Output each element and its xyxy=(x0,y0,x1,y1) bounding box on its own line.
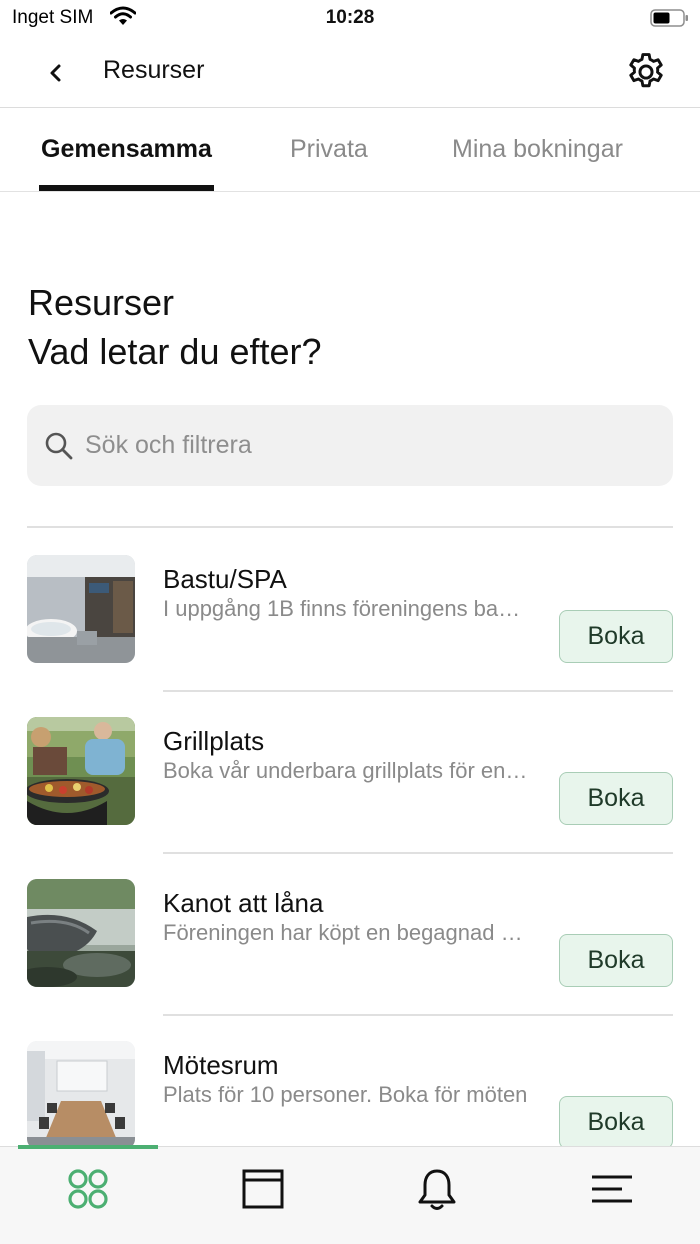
resource-title: Grillplats xyxy=(163,726,265,756)
grill-photo-icon xyxy=(27,717,135,825)
clock: 10:28 xyxy=(325,7,375,28)
spa-thumbnail xyxy=(27,555,135,663)
book-button[interactable]: Boka xyxy=(559,934,673,987)
active-tab-indicator xyxy=(39,185,214,191)
list-item[interactable]: Grillplats Boka vår underbara grillplats… xyxy=(0,690,700,854)
active-tab-indicator xyxy=(18,1145,158,1149)
search-icon xyxy=(45,432,73,460)
segment-tabs: Gemensamma Privata Mina bokningar xyxy=(0,109,700,192)
list-item[interactable]: Bastu/SPA I uppgång 1B finns föreningens… xyxy=(0,528,700,692)
bell-icon[interactable] xyxy=(413,1165,461,1213)
page-title: Resurser xyxy=(103,56,205,84)
tab-mina-bokningar[interactable]: Mina bokningar xyxy=(452,135,623,164)
navigation-bar: Resurser xyxy=(0,36,700,108)
grid-icon[interactable] xyxy=(64,1165,112,1213)
grill-thumbnail xyxy=(27,717,135,825)
resource-description: Boka vår underbara grillplats för en tre… xyxy=(163,758,531,783)
resource-title: Mötesrum xyxy=(163,1050,279,1080)
battery-icon xyxy=(650,9,688,27)
browser-icon[interactable] xyxy=(239,1165,287,1213)
search-input[interactable] xyxy=(85,405,655,486)
book-button[interactable]: Boka xyxy=(559,772,673,825)
canoe-thumbnail xyxy=(27,879,135,987)
tab-privata[interactable]: Privata xyxy=(290,135,368,164)
section-heading: Resurser Vad letar du efter? xyxy=(28,278,322,376)
meeting-room-photo-icon xyxy=(27,1041,135,1146)
resource-list: Bastu/SPA I uppgång 1B finns föreningens… xyxy=(0,528,700,1146)
resource-description: Föreningen har köpt en begagnad kanot xyxy=(163,920,531,945)
book-button[interactable]: Boka xyxy=(559,1096,673,1146)
list-item[interactable]: Mötesrum Plats för 10 personer. Boka för… xyxy=(0,1014,700,1146)
meeting-room-thumbnail xyxy=(27,1041,135,1146)
bottom-tab-bar xyxy=(0,1145,700,1244)
book-button[interactable]: Boka xyxy=(559,610,673,663)
back-chevron-icon[interactable] xyxy=(38,56,72,90)
heading-subtitle: Vad letar du efter? xyxy=(28,331,322,372)
canoe-photo-icon xyxy=(27,879,135,987)
resource-description: I uppgång 1B finns föreningens bastu och… xyxy=(163,596,531,621)
gear-icon[interactable] xyxy=(624,50,668,94)
resource-title: Kanot att låna xyxy=(163,888,324,918)
resource-title: Bastu/SPA xyxy=(163,564,287,594)
spa-photo-icon xyxy=(27,555,135,663)
list-item[interactable]: Kanot att låna Föreningen har köpt en be… xyxy=(0,852,700,1016)
menu-icon[interactable] xyxy=(588,1165,636,1213)
status-bar: Inget SIM 10:28 xyxy=(0,0,700,36)
search-bar xyxy=(27,405,673,486)
tab-gemensamma[interactable]: Gemensamma xyxy=(41,135,212,164)
heading-title: Resurser xyxy=(28,282,175,323)
resource-description: Plats för 10 personer. Boka för möten xyxy=(163,1082,528,1107)
